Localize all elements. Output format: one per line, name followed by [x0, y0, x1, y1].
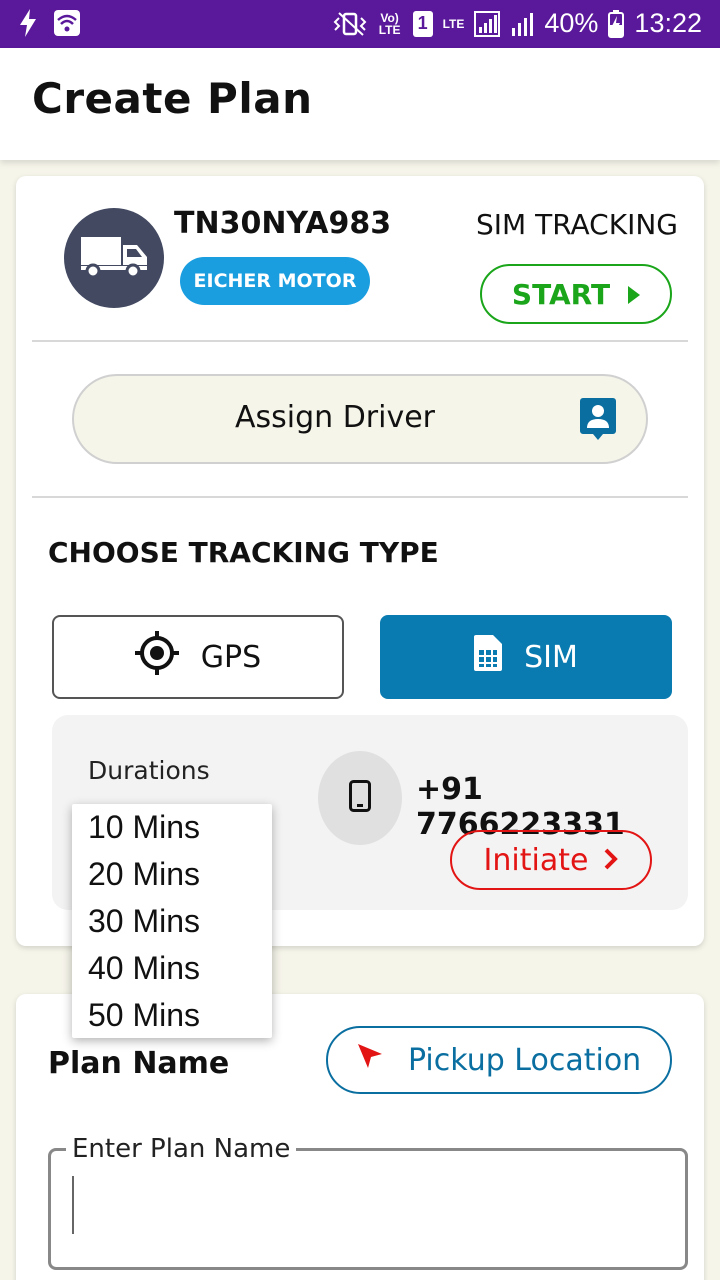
signal-icon-2 [510, 12, 534, 36]
sim-option-button[interactable]: SIM [380, 615, 672, 699]
duration-option[interactable]: 10 Mins [72, 804, 272, 851]
duration-option[interactable]: 40 Mins [72, 945, 272, 992]
battery-charging-icon [608, 9, 625, 38]
durations-dropdown-menu: 10 Mins 20 Mins 30 Mins 40 Mins 50 Mins [72, 804, 272, 1038]
sim-slot-icon: 1 [412, 10, 433, 37]
battery-percent: 40% [544, 8, 599, 38]
duration-option[interactable]: 20 Mins [72, 851, 272, 898]
divider [32, 340, 688, 342]
play-arrow-icon [628, 278, 641, 311]
status-bar: Vo) LTE 1 LTE 40% 13:22 [0, 0, 720, 48]
truck-icon [79, 233, 149, 283]
truck-avatar [64, 208, 164, 308]
initiate-button[interactable]: Initiate [450, 830, 652, 890]
pickup-location-button[interactable]: Pickup Location [326, 1026, 672, 1094]
sim-tracking-label: SIM TRACKING [476, 208, 678, 241]
chevron-right-icon [604, 843, 619, 878]
navigation-arrow-icon [356, 1042, 384, 1078]
vibrate-icon [333, 11, 367, 37]
tracking-type-title: CHOOSE TRACKING TYPE [48, 536, 439, 569]
duration-option[interactable]: 50 Mins [72, 992, 272, 1039]
text-cursor [72, 1176, 74, 1234]
pickup-location-label: Pickup Location [408, 1042, 642, 1078]
plan-name-label: Plan Name [48, 1046, 230, 1081]
phone-avatar [318, 751, 402, 845]
plan-name-input[interactable] [72, 1174, 672, 1234]
initiate-label: Initiate [483, 842, 589, 878]
sim-card-icon [474, 635, 503, 679]
signal-icon-1 [474, 10, 501, 37]
plan-name-field-label: Enter Plan Name [66, 1134, 297, 1164]
lte-icon: LTE [442, 16, 465, 31]
start-tracking-button[interactable]: START [480, 264, 672, 324]
sim-option-label: SIM [524, 639, 578, 675]
page-title: Create Plan [32, 74, 313, 123]
duration-option[interactable]: 30 Mins [72, 898, 272, 945]
mobile-phone-icon [349, 780, 371, 816]
gps-option-label: GPS [200, 639, 262, 675]
volte-icon: Vo) LTE [378, 10, 401, 37]
vehicle-brand-badge: EICHER MOTOR [180, 257, 370, 305]
app-bar: Create Plan [0, 48, 720, 160]
assign-driver-icon [580, 398, 616, 444]
vehicle-registration: TN30NYA983 [174, 206, 392, 241]
wifi-icon [54, 10, 80, 36]
divider [32, 496, 688, 498]
flash-icon [18, 9, 38, 37]
assign-driver-button[interactable]: Assign Driver [72, 374, 648, 464]
clock: 13:22 [634, 8, 702, 38]
assign-driver-label: Assign Driver [234, 400, 436, 435]
start-label: START [511, 277, 611, 311]
gps-crosshair-icon [134, 631, 179, 683]
gps-option-button[interactable]: GPS [52, 615, 344, 699]
durations-label: Durations [88, 756, 210, 785]
